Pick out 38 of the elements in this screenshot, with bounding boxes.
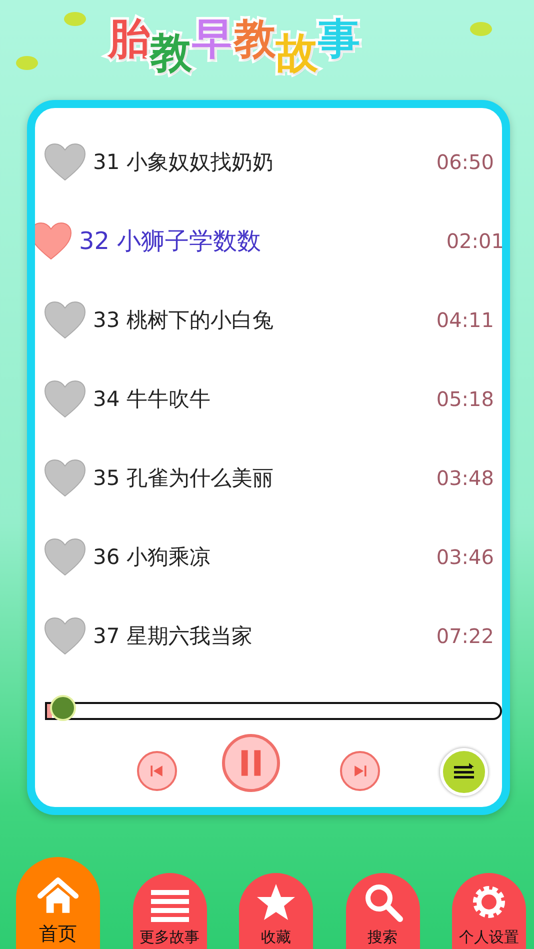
search-icon: [362, 882, 402, 922]
heart-icon[interactable]: [43, 536, 87, 576]
previous-button[interactable]: [137, 751, 177, 791]
story-duration: 05:18: [436, 386, 494, 410]
menu-icon: [150, 888, 190, 922]
story-title[interactable]: 37 星期六我当家: [93, 622, 436, 650]
nav-tab[interactable]: 个人设置: [452, 873, 526, 949]
heart-icon[interactable]: [43, 616, 87, 656]
heart-icon[interactable]: [35, 220, 73, 260]
dot-decoration: [64, 12, 86, 26]
story-title[interactable]: 35 孔雀为什么美丽: [93, 464, 436, 492]
heart-icon[interactable]: [43, 300, 87, 340]
story-duration: 04:11: [436, 308, 494, 332]
playlist-mode-button[interactable]: [440, 748, 488, 796]
story-title[interactable]: 34 牛牛吹牛: [93, 384, 436, 412]
story-duration: 06:50: [436, 150, 494, 174]
star-icon: [256, 882, 296, 922]
story-duration: 07:22: [436, 624, 494, 648]
nav-tab[interactable]: 更多故事: [132, 873, 206, 949]
heart-icon[interactable]: [43, 378, 87, 418]
next-button[interactable]: [340, 751, 380, 791]
story-duration: 02:01: [446, 228, 502, 252]
dot-decoration: [470, 22, 492, 36]
heart-icon[interactable]: [43, 142, 87, 182]
story-duration: 03:48: [436, 466, 494, 490]
dot-decoration: [16, 56, 38, 70]
heart-icon[interactable]: [43, 458, 87, 498]
story-title[interactable]: 31 小象奴奴找奶奶: [93, 148, 436, 176]
story-title[interactable]: 32 小狮子学数数: [79, 224, 446, 256]
nav-tab[interactable]: 首页: [16, 857, 100, 949]
nav-tab[interactable]: 搜索: [346, 873, 420, 949]
app-title: 胎教早教故事: [108, 18, 360, 79]
nav-tab[interactable]: 收藏: [239, 873, 313, 949]
home-icon: [36, 877, 80, 915]
story-duration: 03:46: [436, 544, 494, 568]
slider-thumb[interactable]: [50, 695, 76, 721]
story-title[interactable]: 36 小狗乘凉: [93, 542, 436, 570]
story-title[interactable]: 33 桃树下的小白兔: [93, 306, 436, 334]
